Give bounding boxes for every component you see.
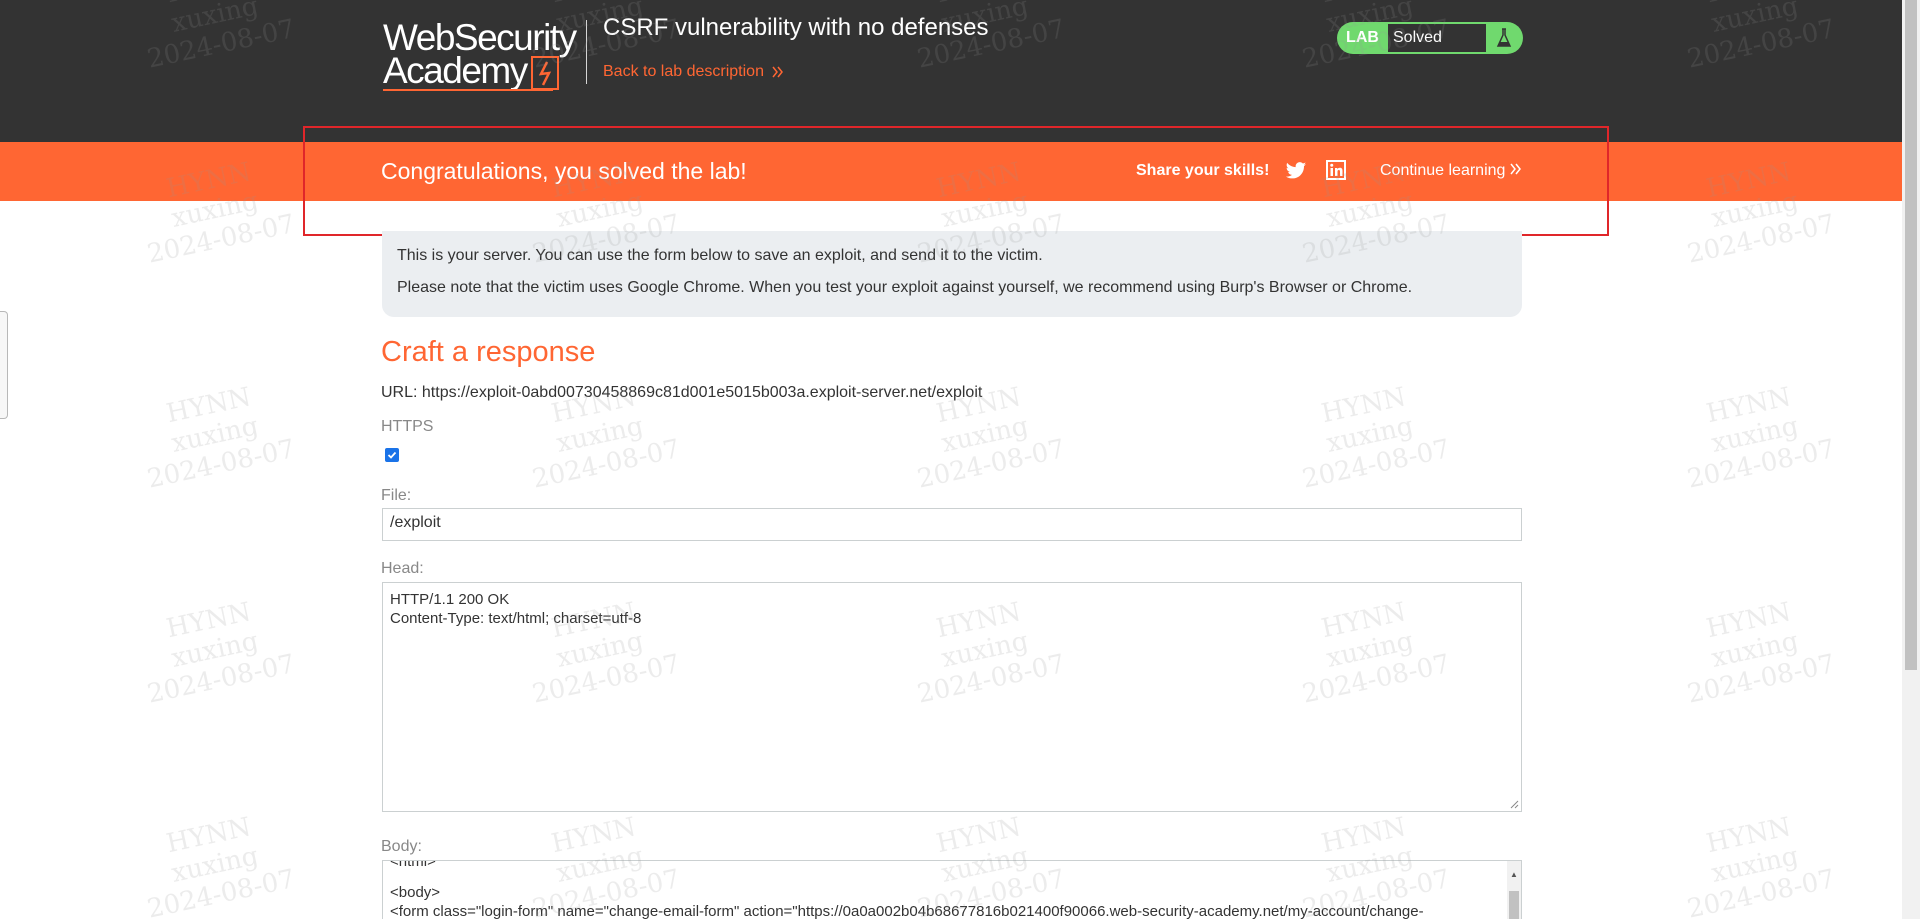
watermark-line1: HYNN	[933, 812, 1024, 860]
continue-learning-label: Continue learning	[1380, 162, 1506, 179]
watermark-line1: HYNN	[1318, 382, 1409, 430]
watermark-line3: 2024-08-07	[144, 434, 298, 495]
watermark-line1: HYNN	[1703, 812, 1794, 860]
craft-response-heading: Craft a response	[381, 336, 596, 368]
checkmark-icon	[387, 451, 397, 459]
watermark: HYNNxuxing2024-08-07	[132, 590, 298, 710]
lightning-icon	[531, 56, 559, 90]
info-line-2: Please note that the victim uses Google …	[397, 279, 1413, 296]
resize-grip-icon[interactable]	[1510, 800, 1519, 809]
watermark: HYNNxuxing2024-08-07	[132, 375, 298, 495]
lab-title: CSRF vulnerability with no defenses	[603, 14, 989, 41]
scroll-up-arrow-icon[interactable]: ▲	[1510, 865, 1518, 884]
watermark-line2: xuxing	[553, 411, 647, 459]
watermark-line2: xuxing	[1708, 841, 1802, 889]
body-textarea[interactable]: <html> <body> <form class="login-form" n…	[382, 860, 1522, 919]
page: WebSecurity Academy CSRF vulnerability w…	[0, 0, 1920, 919]
side-panel-handle[interactable]	[0, 311, 8, 419]
watermark-line1: HYNN	[163, 382, 254, 430]
watermark-line3: 2024-08-07	[1684, 434, 1838, 495]
watermark-line3: 2024-08-07	[1299, 434, 1453, 495]
page-scrollbar[interactable]	[1902, 0, 1920, 919]
watermark-line3: 2024-08-07	[144, 209, 298, 270]
lab-status-badge: LAB Solved	[1337, 22, 1523, 54]
page-scrollbar-thumb[interactable]	[1905, 0, 1917, 670]
lab-status-value: Solved	[1388, 24, 1486, 52]
head-label: Head:	[381, 560, 424, 577]
watermark-line1: HYNN	[1703, 597, 1794, 645]
congratulations-message: Congratulations, you solved the lab!	[381, 158, 747, 184]
body-line-1: <body>	[390, 884, 441, 901]
double-chevron-right-icon	[772, 66, 783, 78]
watermark-line3: 2024-08-07	[1684, 209, 1838, 270]
double-chevron-right-icon	[1510, 163, 1521, 175]
file-input[interactable]: /exploit	[382, 508, 1522, 541]
back-link-label: Back to lab description	[603, 63, 764, 80]
watermark-line2: xuxing	[168, 411, 262, 459]
watermark-line3: 2024-08-07	[1684, 864, 1838, 919]
watermark-line2: xuxing	[168, 841, 262, 889]
watermark: HYNNxuxing2024-08-07	[1287, 375, 1453, 495]
flask-icon	[1486, 22, 1521, 54]
watermark-line3: 2024-08-07	[529, 434, 683, 495]
watermark: HYNNxuxing2024-08-07	[132, 805, 298, 919]
body-line-0: <html>	[390, 860, 436, 870]
head-line-1: HTTP/1.1 200 OK	[390, 591, 510, 608]
file-label: File:	[381, 487, 412, 504]
body-scrollbar-thumb[interactable]	[1509, 891, 1519, 919]
https-label: HTTPS	[381, 418, 434, 435]
watermark: HYNNxuxing2024-08-07	[1672, 375, 1838, 495]
watermark-line3: 2024-08-07	[1684, 649, 1838, 710]
twitter-icon[interactable]	[1285, 161, 1307, 181]
watermark-line2: xuxing	[1323, 411, 1417, 459]
lab-status-tag: LAB	[1346, 29, 1379, 46]
info-line-1: This is your server. You can use the for…	[397, 247, 1043, 264]
exploit-url: URL: https://exploit-0abd00730458869c81d…	[381, 384, 983, 401]
header-divider	[586, 20, 587, 84]
continue-learning-link[interactable]: Continue learning	[1380, 162, 1522, 180]
logo-underline	[383, 89, 553, 91]
watermark-line2: xuxing	[938, 411, 1032, 459]
back-to-lab-description-link[interactable]: Back to lab description	[603, 63, 784, 81]
logo-line-2: Academy	[383, 50, 528, 91]
linkedin-icon[interactable]	[1326, 160, 1346, 180]
watermark-line3: 2024-08-07	[914, 434, 1068, 495]
body-label: Body:	[381, 838, 422, 855]
top-header: WebSecurity Academy CSRF vulnerability w…	[0, 0, 1902, 142]
watermark-line1: HYNN	[1318, 812, 1409, 860]
head-line-2: Content-Type: text/html; charset=utf-8	[390, 610, 642, 627]
watermark-line1: HYNN	[163, 812, 254, 860]
body-line-2: <form class="login-form" name="change-em…	[390, 903, 1424, 919]
solved-banner: Congratulations, you solved the lab! Sha…	[0, 142, 1902, 201]
share-skills-label: Share your skills!	[1136, 162, 1270, 179]
head-textarea[interactable]: HTTP/1.1 200 OK Content-Type: text/html;…	[382, 582, 1522, 812]
body-scrollbar[interactable]: ▲	[1507, 861, 1521, 919]
watermark-line1: HYNN	[1703, 382, 1794, 430]
watermark-line2: xuxing	[1708, 411, 1802, 459]
watermark-line2: xuxing	[168, 626, 262, 674]
watermark: HYNNxuxing2024-08-07	[1672, 590, 1838, 710]
watermark-line1: HYNN	[163, 597, 254, 645]
watermark-line1: HYNN	[548, 812, 639, 860]
watermark: HYNNxuxing2024-08-07	[1672, 805, 1838, 919]
watermark-line3: 2024-08-07	[144, 649, 298, 710]
web-security-academy-logo[interactable]: WebSecurity Academy	[383, 19, 583, 94]
watermark-line2: xuxing	[1708, 626, 1802, 674]
watermark-line3: 2024-08-07	[144, 864, 298, 919]
https-checkbox[interactable]	[385, 448, 399, 462]
server-info-box: This is your server. You can use the for…	[382, 231, 1522, 317]
